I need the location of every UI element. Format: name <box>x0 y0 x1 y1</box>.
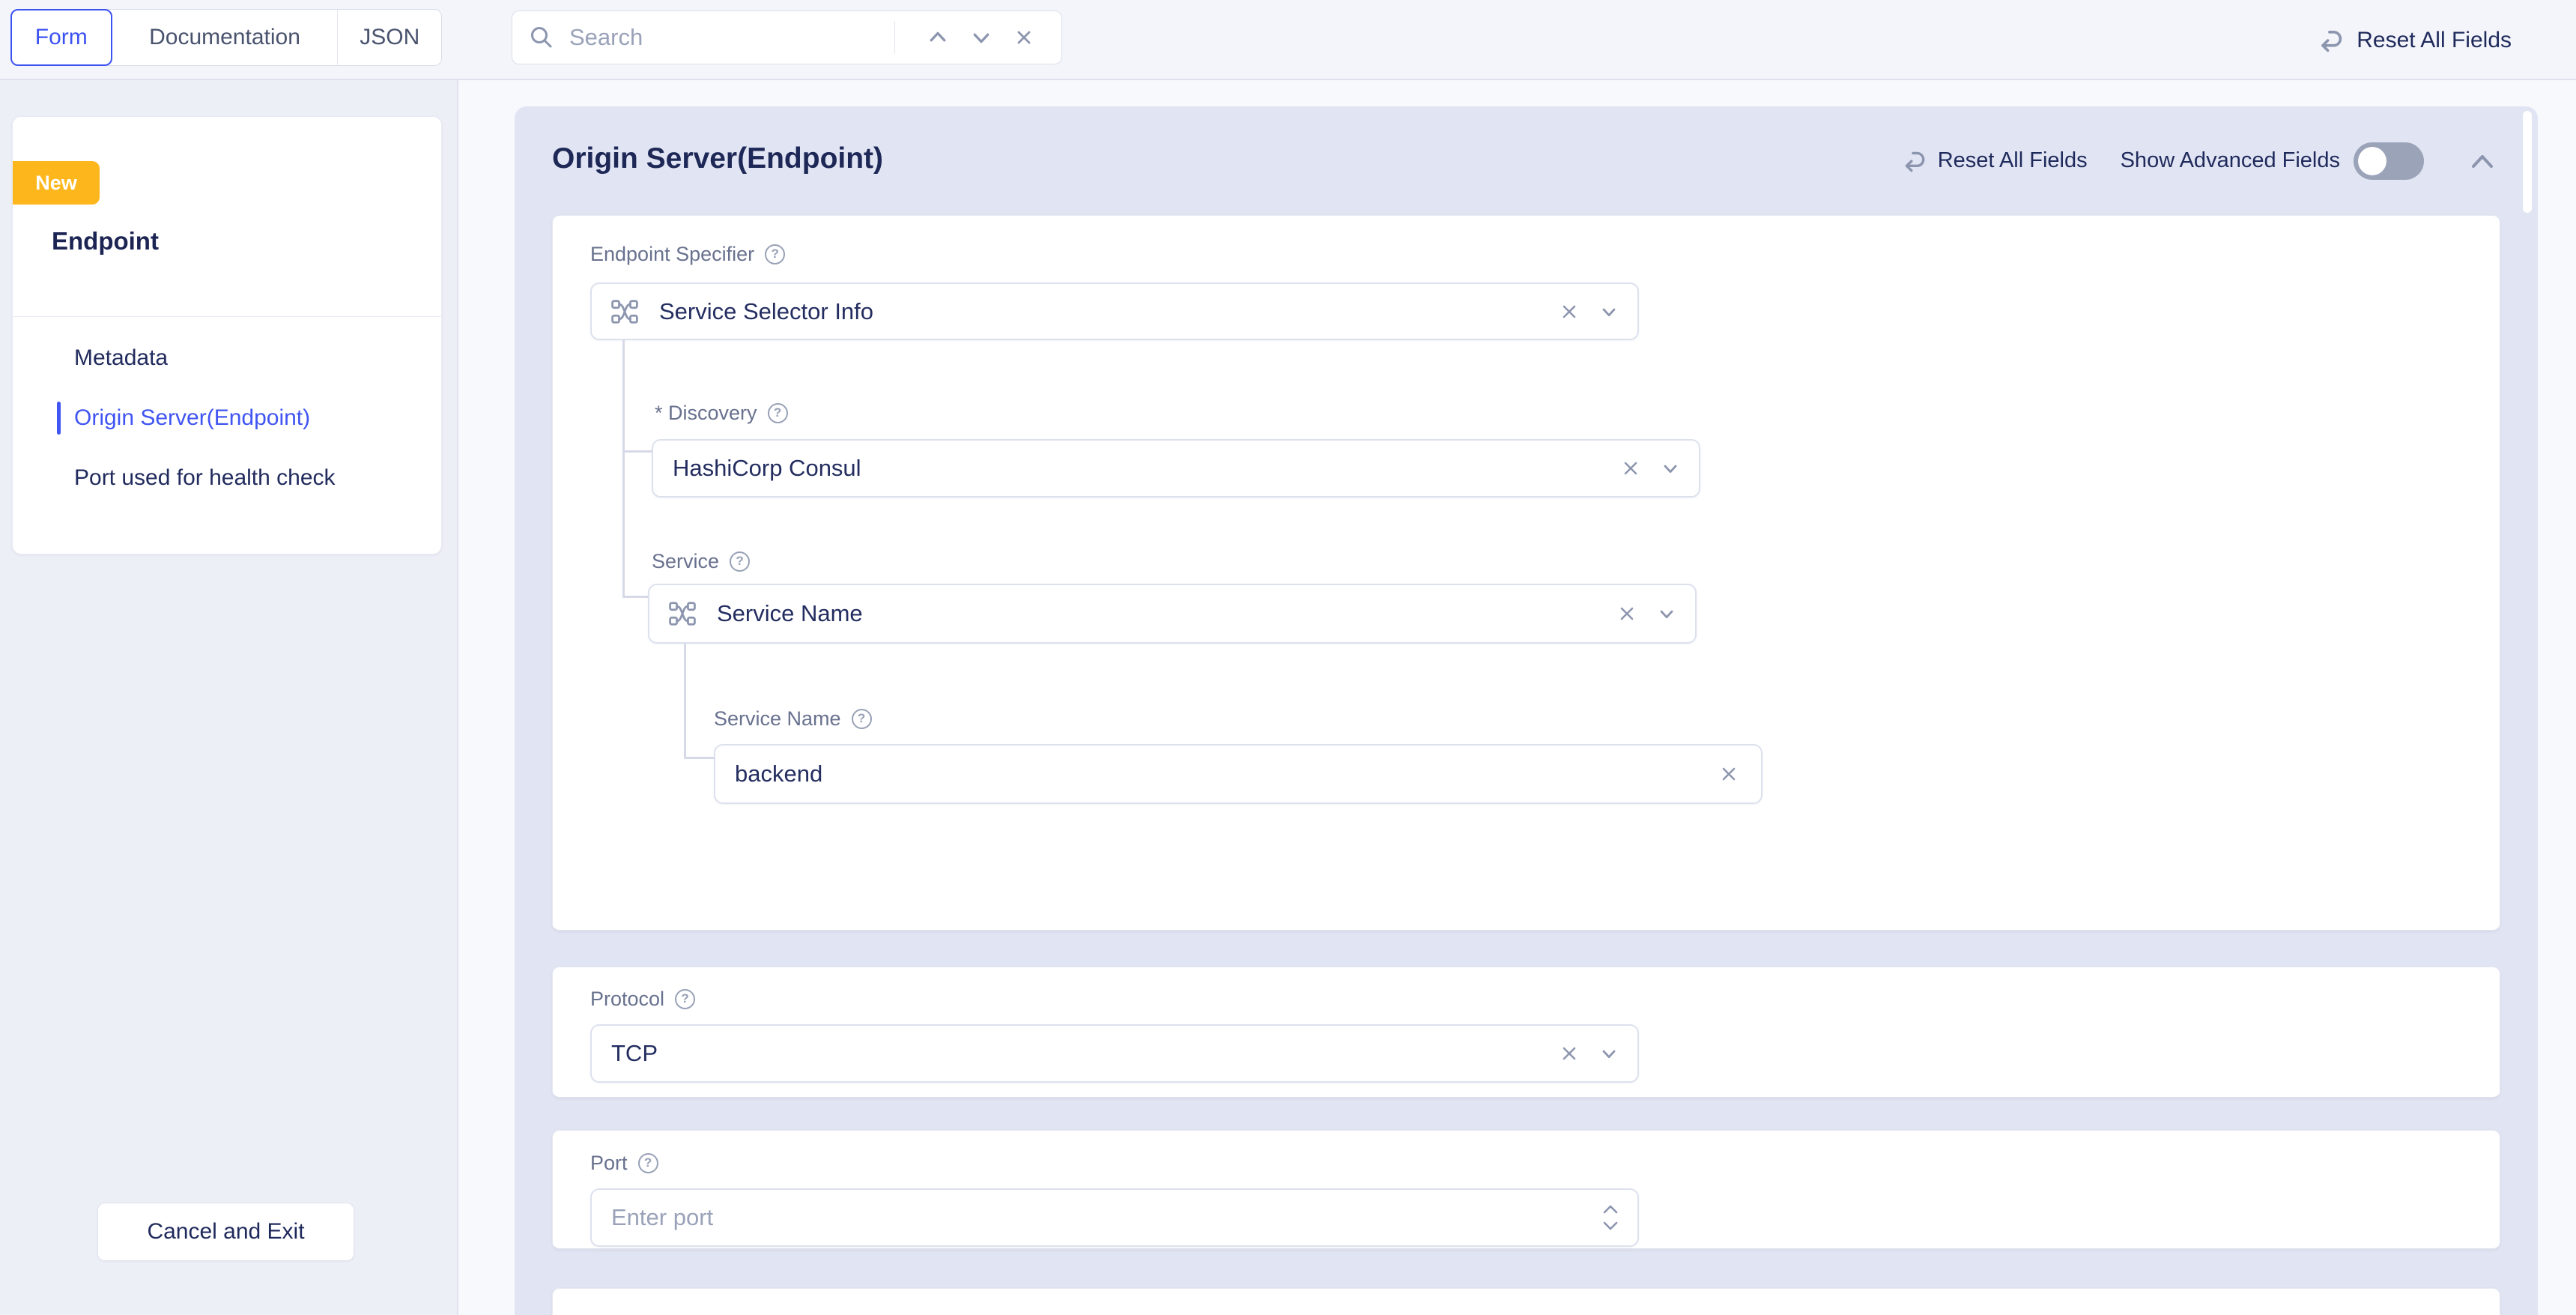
select-value: TCP <box>611 1040 658 1067</box>
help-icon[interactable]: ? <box>730 551 750 572</box>
clear-icon[interactable] <box>1555 1039 1584 1068</box>
clear-icon[interactable] <box>1555 297 1584 326</box>
search-divider <box>894 21 895 54</box>
endpoint-specifier-card: Endpoint Specifier ? Service Selector In… <box>552 215 2500 931</box>
port-card: Port ? <box>552 1130 2500 1250</box>
service-name-label: Service Name ? <box>714 706 872 731</box>
left-sidebar: New Endpoint Metadata Origin Server(Endp… <box>0 80 458 1315</box>
selector-icon <box>669 602 696 626</box>
sidebar-item-label: Metadata <box>74 345 168 371</box>
tree-connector-vertical <box>684 644 686 759</box>
tree-connector-horizontal <box>622 450 653 453</box>
tab-documentation[interactable]: Documentation <box>112 10 338 65</box>
main-content: Origin Server(Endpoint) Reset All Fields… <box>458 80 2576 1315</box>
section-controls: Reset All Fields Show Advanced Fields <box>1900 106 2499 215</box>
show-advanced-fields-toggle[interactable] <box>2354 142 2424 180</box>
help-icon[interactable]: ? <box>638 1153 658 1173</box>
select-value: Service Name <box>717 600 863 627</box>
tab-form[interactable]: Form <box>10 9 112 66</box>
cancel-and-exit-button[interactable]: Cancel and Exit <box>97 1203 354 1261</box>
reset-all-fields-top-button[interactable]: Reset All Fields <box>2316 0 2512 80</box>
port-input[interactable] <box>611 1204 1601 1231</box>
field-label-text: * Discovery <box>655 402 757 425</box>
scrollbar-thumb[interactable] <box>2523 111 2532 213</box>
endpoint-nav-card: New Endpoint Metadata Origin Server(Endp… <box>12 116 442 554</box>
new-badge: New <box>13 161 100 205</box>
field-label-text: Service Name <box>714 707 841 731</box>
undo-icon <box>2316 26 2345 55</box>
input-value: backend <box>735 761 822 788</box>
sidebar-item-label: Port used for health check <box>74 465 336 491</box>
sidebar-item-origin-server[interactable]: Origin Server(Endpoint) <box>13 388 441 448</box>
undo-icon <box>1900 148 1927 175</box>
collapse-section-icon[interactable] <box>2466 150 2499 172</box>
reset-all-fields-section-button[interactable]: Reset All Fields <box>1900 148 2088 175</box>
help-icon[interactable]: ? <box>852 709 872 729</box>
tree-connector-horizontal <box>684 757 715 759</box>
view-tab-group: Form Documentation JSON <box>10 9 442 66</box>
section-title: Origin Server(Endpoint) <box>552 142 883 175</box>
endpoint-specifier-label: Endpoint Specifier ? <box>590 241 785 267</box>
service-select[interactable]: Service Name <box>648 584 1697 644</box>
chevron-down-icon[interactable] <box>1656 603 1677 624</box>
select-value: HashiCorp Consul <box>673 455 861 482</box>
sidebar-item-health-check-port[interactable]: Port used for health check <box>13 448 441 508</box>
search-next-icon[interactable] <box>960 22 1003 53</box>
protocol-select[interactable]: TCP <box>590 1024 1639 1083</box>
sidebar-item-metadata[interactable]: Metadata <box>13 328 441 388</box>
stepper-up-icon <box>1601 1203 1619 1215</box>
discovery-select[interactable]: HashiCorp Consul <box>652 439 1700 498</box>
help-icon[interactable]: ? <box>765 244 785 264</box>
port-input-box <box>590 1188 1639 1247</box>
protocol-label: Protocol ? <box>590 986 695 1012</box>
search-close-icon[interactable] <box>1003 22 1045 52</box>
select-value: Service Selector Info <box>659 298 873 325</box>
next-section-card <box>552 1288 2500 1315</box>
active-indicator-bar <box>57 402 61 435</box>
discovery-label: * Discovery ? <box>655 400 788 426</box>
top-header-bar: Form Documentation JSON Reset All Fields <box>0 0 2576 80</box>
field-label-text: Port <box>590 1152 628 1175</box>
clear-icon[interactable] <box>1616 454 1645 483</box>
clear-icon[interactable] <box>1715 760 1743 788</box>
sidebar-item-label: Origin Server(Endpoint) <box>74 405 310 431</box>
clear-icon[interactable] <box>1613 599 1641 628</box>
protocol-card: Protocol ? TCP <box>552 967 2500 1098</box>
selector-icon <box>611 300 638 324</box>
field-label-text: Protocol <box>590 988 664 1011</box>
tab-json[interactable]: JSON <box>337 10 441 65</box>
search-input[interactable] <box>569 24 869 51</box>
search-bar <box>512 10 1062 64</box>
reset-section-label: Reset All Fields <box>1938 148 2088 173</box>
service-label: Service ? <box>652 548 750 574</box>
help-icon[interactable]: ? <box>768 403 788 423</box>
toggle-knob <box>2358 147 2386 175</box>
field-label-text: Service <box>652 550 719 573</box>
chevron-down-icon[interactable] <box>1598 301 1619 322</box>
search-prev-icon[interactable] <box>916 22 960 53</box>
tree-connector-horizontal <box>622 596 648 598</box>
endpoint-specifier-select[interactable]: Service Selector Info <box>590 282 1639 340</box>
port-stepper[interactable] <box>1601 1203 1619 1232</box>
help-icon[interactable]: ? <box>675 989 695 1009</box>
tree-connector-vertical <box>622 340 625 598</box>
sidebar-heading: Endpoint <box>52 227 159 256</box>
service-name-input[interactable]: backend <box>714 744 1763 804</box>
port-label: Port ? <box>590 1150 658 1176</box>
chevron-down-icon[interactable] <box>1660 458 1681 479</box>
origin-server-section-panel: Origin Server(Endpoint) Reset All Fields… <box>515 106 2538 1315</box>
show-advanced-fields-label: Show Advanced Fields <box>2121 148 2340 173</box>
chevron-down-icon[interactable] <box>1598 1043 1619 1064</box>
reset-all-fields-top-label: Reset All Fields <box>2357 28 2512 53</box>
sidebar-nav: Metadata Origin Server(Endpoint) Port us… <box>13 328 441 508</box>
sidebar-divider <box>13 316 441 317</box>
field-label-text: Endpoint Specifier <box>590 243 754 266</box>
search-icon <box>529 25 554 50</box>
stepper-down-icon <box>1601 1220 1619 1232</box>
